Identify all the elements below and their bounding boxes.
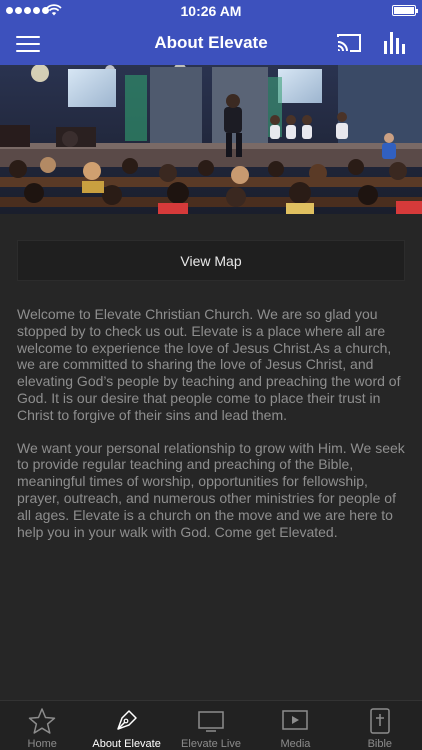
tab-bible[interactable]: Bible [338, 701, 422, 750]
tab-label: Bible [367, 738, 393, 750]
view-map-button[interactable]: View Map [17, 240, 405, 281]
church-banner-image [0, 65, 422, 214]
description-paragraph: We want your personal relationship to gr… [17, 439, 405, 540]
tab-label: Home [27, 738, 57, 750]
bible-icon [370, 708, 390, 734]
about-description: Welcome to Elevate Christian Church. We … [17, 306, 409, 556]
tab-about-elevate[interactable]: About Elevate [84, 701, 168, 750]
play-icon [282, 710, 309, 730]
tab-bar: Home About Elevate Elevate Live Media Bi… [0, 700, 422, 750]
star-icon [28, 708, 56, 734]
tab-home[interactable]: Home [0, 701, 84, 750]
description-paragraph: Welcome to Elevate Christian Church. We … [17, 306, 401, 423]
tab-label: Media [280, 738, 311, 750]
chart-bars-icon[interactable] [383, 31, 405, 55]
pen-nib-icon [116, 710, 137, 730]
battery-icon [392, 5, 418, 16]
status-bar: 10:26 AM [0, 0, 422, 22]
tab-label: Elevate Live [181, 738, 241, 750]
nav-bar: About Elevate [0, 22, 422, 65]
tv-icon [198, 711, 224, 732]
status-time: 10:26 AM [180, 3, 242, 19]
tab-label: About Elevate [92, 738, 161, 750]
tab-media[interactable]: Media [253, 701, 337, 750]
cast-icon[interactable] [336, 32, 362, 54]
tab-elevate-live[interactable]: Elevate Live [169, 701, 253, 750]
